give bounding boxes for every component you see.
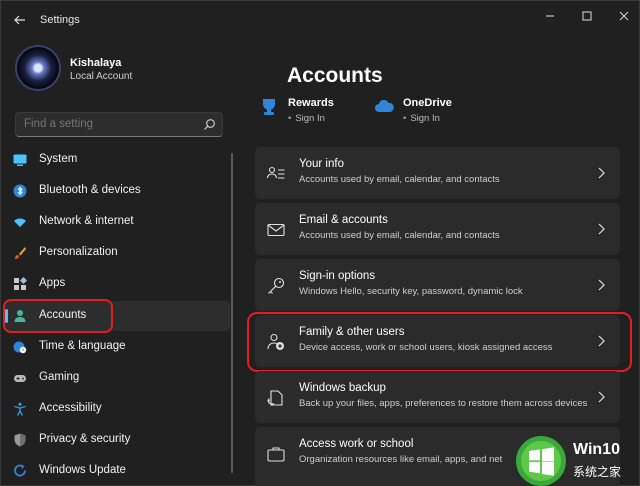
sidebar-item-gaming[interactable]: Gaming [5, 363, 230, 393]
profile-account-type: Local Account [70, 71, 133, 82]
search-box[interactable] [15, 112, 223, 137]
paintbrush-icon [15, 247, 26, 259]
chevron-right-icon [598, 167, 605, 179]
wifi-icon [14, 218, 26, 227]
gamepad-icon [14, 375, 26, 382]
sidebar-item-bluetooth[interactable]: Bluetooth & devices [5, 176, 230, 206]
page-title: Accounts [287, 64, 383, 87]
card-subtitle: Back up your files, apps, preferences to… [299, 398, 588, 409]
briefcase-icon [267, 447, 285, 462]
globe-clock-icon [13, 341, 27, 354]
card-title: Access work or school [299, 438, 414, 450]
profile-name: Kishalaya [70, 57, 122, 69]
bluetooth-icon [13, 184, 27, 198]
service-name: OneDrive [403, 97, 452, 109]
sidebar-item-label: Accessibility [39, 402, 102, 414]
sidebar-item-apps[interactable]: Apps [5, 269, 230, 299]
key-icon [268, 277, 285, 294]
maximize-button[interactable] [575, 7, 599, 25]
sidebar-item-personalization[interactable]: Personalization [5, 238, 230, 268]
update-icon [14, 464, 26, 477]
sidebar-item-label: Network & internet [39, 215, 134, 227]
sidebar-item-windows-update[interactable]: Windows Update [5, 456, 230, 486]
watermark-title: Win10 [573, 441, 620, 458]
sidebar-item-accessibility[interactable]: Accessibility [5, 394, 230, 424]
search-input[interactable] [24, 118, 194, 130]
card-title: Sign-in options [299, 270, 376, 282]
sidebar-item-privacy[interactable]: Privacy & security [5, 425, 230, 455]
service-status: • Sign In [288, 113, 325, 124]
service-name: Rewards [288, 97, 334, 109]
card-email-accounts[interactable]: Email & accounts Accounts used by email,… [255, 203, 620, 255]
card-subtitle: Accounts used by email, calendar, and co… [299, 230, 500, 241]
maximize-icon [582, 11, 592, 21]
close-button[interactable] [612, 7, 636, 25]
card-title: Email & accounts [299, 214, 388, 226]
shield-icon [14, 433, 26, 447]
apps-grid-icon [14, 277, 27, 290]
card-title: Your info [299, 158, 344, 170]
card-your-info[interactable]: Your info Accounts used by email, calend… [255, 147, 620, 199]
service-status: • Sign In [403, 113, 440, 124]
card-subtitle: Windows Hello, security key, password, d… [299, 286, 523, 297]
sidebar-item-system[interactable]: System [5, 145, 230, 175]
minimize-icon [546, 15, 554, 17]
settings-window: Settings Kishalaya Local Account System … [0, 0, 640, 486]
arrow-left-icon [14, 15, 25, 25]
sidebar-item-label: Privacy & security [39, 433, 131, 445]
sidebar-item-label: Windows Update [39, 464, 126, 476]
backup-icon [267, 390, 283, 406]
card-sign-in-options[interactable]: Sign-in options Windows Hello, security … [255, 259, 620, 311]
sidebar-item-label: Gaming [39, 371, 80, 383]
card-subtitle: Accounts used by email, calendar, and co… [299, 174, 500, 185]
service-status-text[interactable]: Sign In [410, 113, 440, 124]
minimize-button[interactable] [538, 7, 562, 25]
highlight-outline [247, 312, 632, 372]
sidebar-scrollbar[interactable] [231, 153, 233, 473]
close-icon [619, 11, 629, 21]
chevron-right-icon [598, 223, 605, 235]
card-subtitle: Organization resources like email, apps,… [299, 454, 503, 465]
sidebar-item-label: Personalization [39, 246, 118, 258]
chevron-right-icon [598, 279, 605, 291]
window-title: Settings [40, 14, 80, 26]
card-windows-backup[interactable]: Windows backup Back up your files, apps,… [255, 371, 620, 423]
watermark: Win10 系统之家 [515, 435, 640, 486]
sidebar-item-network[interactable]: Network & internet [5, 207, 230, 237]
highlight-outline [3, 299, 113, 333]
monitor-icon [13, 154, 27, 166]
sidebar-item-label: Time & language [39, 340, 126, 352]
service-status-text[interactable]: Sign In [295, 113, 325, 124]
cloud-icon [375, 99, 394, 112]
sidebar-item-label: System [39, 153, 78, 165]
chevron-right-icon [598, 391, 605, 403]
person-card-icon [267, 166, 285, 179]
avatar[interactable] [15, 45, 61, 91]
sidebar-item-time-language[interactable]: Time & language [5, 332, 230, 362]
sidebar-item-label: Apps [39, 277, 66, 289]
win10-logo-icon [516, 436, 566, 486]
card-title: Windows backup [299, 382, 386, 394]
search-icon [204, 119, 215, 130]
sidebar-item-label: Bluetooth & devices [39, 184, 141, 196]
mail-icon [267, 223, 285, 237]
title-bar: Settings [1, 1, 640, 39]
watermark-subtitle: 系统之家 [573, 465, 622, 479]
accessibility-icon [14, 402, 26, 416]
trophy-icon [263, 99, 275, 115]
back-button[interactable] [9, 10, 31, 30]
